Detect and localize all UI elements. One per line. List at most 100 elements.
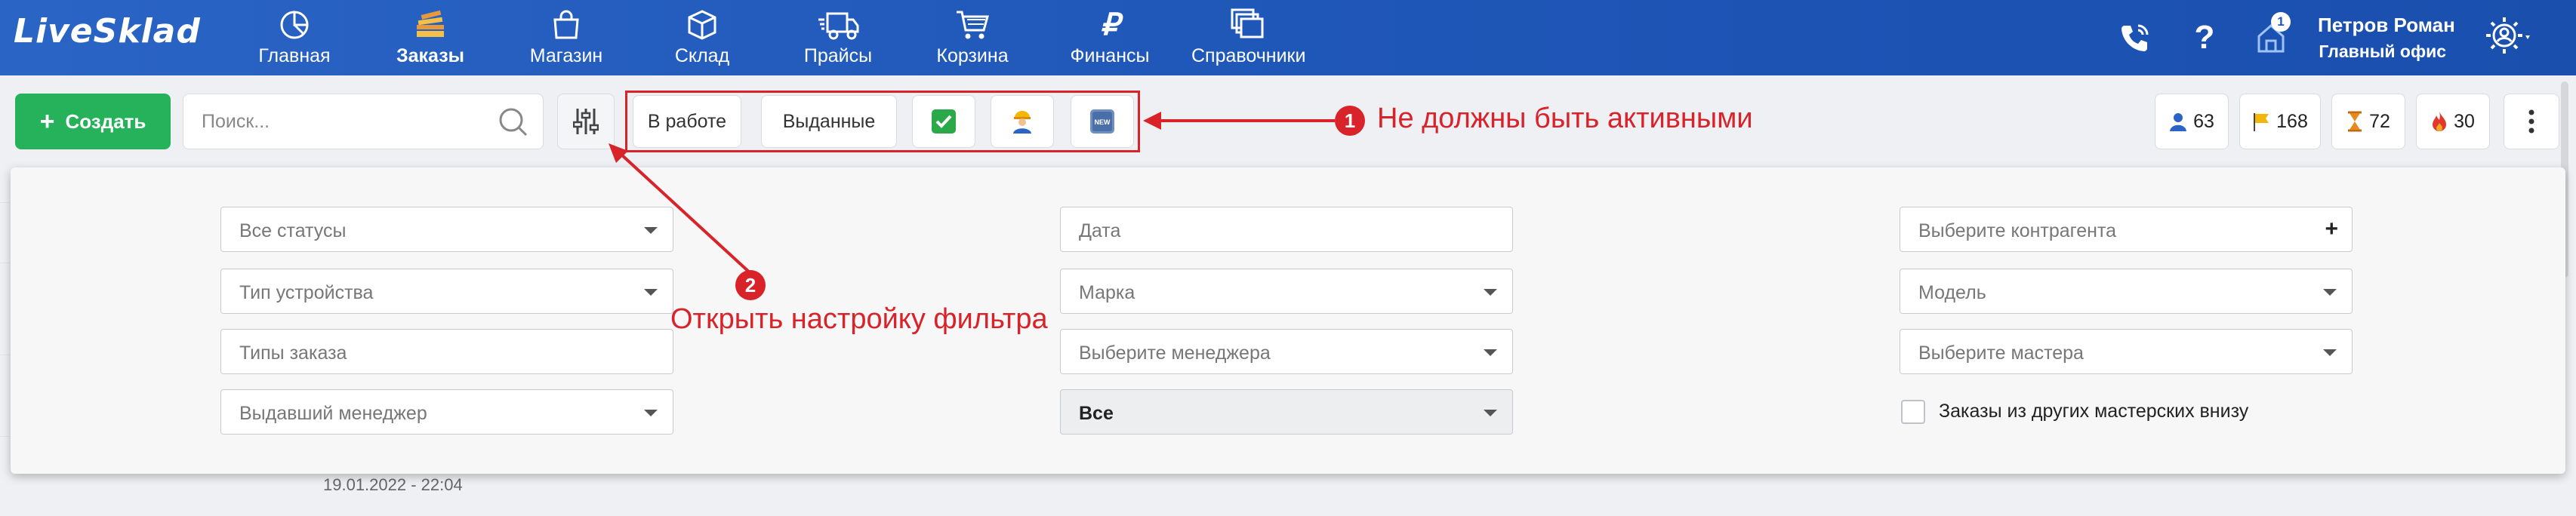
phone-button[interactable] <box>2114 17 2156 59</box>
chip-done[interactable] <box>912 95 975 148</box>
branch-home-button[interactable]: 1 <box>2250 12 2292 59</box>
counter-flags-value: 168 <box>2276 110 2308 132</box>
counter-clients-value: 63 <box>2193 110 2214 132</box>
nav-directories[interactable]: Справочники <box>1191 8 1305 71</box>
scope-select[interactable]: Все <box>1060 389 1513 435</box>
order-types-placeholder: Типы заказа <box>239 342 347 364</box>
chevron-down-icon <box>1484 289 1497 296</box>
checkmark-icon <box>932 109 956 134</box>
counter-flags[interactable]: 168 <box>2239 94 2321 149</box>
ruble-icon: ₽ <box>1100 8 1120 41</box>
brand-select[interactable]: Марка <box>1060 269 1513 314</box>
filter-settings-button[interactable] <box>557 94 615 149</box>
nav-shop[interactable]: Магазин <box>521 8 612 71</box>
cart-icon <box>957 11 989 39</box>
add-icon[interactable]: + <box>2325 217 2338 242</box>
master-select-value: Выберите мастера <box>1918 342 2084 364</box>
user-office: Главный офис <box>2319 41 2446 61</box>
chip-new[interactable]: NEW <box>1071 95 1134 148</box>
chip-issued[interactable]: Выданные <box>761 95 897 148</box>
model-select-value: Модель <box>1918 282 1986 303</box>
nav-warehouse[interactable]: Склад <box>657 8 747 71</box>
chip-in-work-label: В работе <box>647 110 727 132</box>
chevron-down-icon <box>644 289 658 296</box>
other-workshops-checkbox[interactable] <box>1901 400 1925 424</box>
user-info[interactable]: Петров Роман Главный офис <box>2318 14 2455 62</box>
user-name: Петров Роман <box>2318 14 2455 36</box>
counter-pending[interactable]: 72 <box>2331 94 2405 149</box>
annotation-text-1: Не должны быть активными <box>1377 103 1753 134</box>
annotation-text-2: Открыть настройку фильтра <box>670 303 1048 335</box>
create-button-label: Создать <box>65 109 146 133</box>
date-input[interactable]: Дата <box>1060 207 1513 252</box>
fire-icon <box>2433 112 2447 131</box>
nav-orders[interactable]: Заказы <box>385 8 476 71</box>
nav-finance[interactable]: ₽ Финансы <box>1065 8 1155 71</box>
nav-home-label: Главная <box>258 45 331 66</box>
device-type-select-value: Тип устройства <box>239 282 374 303</box>
annotation-arrow-2 <box>609 143 753 276</box>
brand-select-value: Марка <box>1079 282 1135 303</box>
counter-clients[interactable]: 63 <box>2155 94 2229 149</box>
background-divider <box>0 202 11 203</box>
order-date: 19.01.2022 - 22:04 <box>323 475 463 494</box>
issuing-manager-select[interactable]: Выдавший менеджер <box>220 389 673 435</box>
counterparty-select-value: Выберите контрагента <box>1918 220 2117 241</box>
other-workshops-label: Заказы из других мастерских внизу <box>1939 401 2249 422</box>
chip-in-work[interactable]: В работе <box>633 95 741 148</box>
nav-prices[interactable]: Прайсы <box>793 8 883 71</box>
sliders-icon <box>573 109 599 134</box>
order-types-input[interactable]: Типы заказа <box>220 329 673 374</box>
chevron-down-icon <box>2323 289 2337 296</box>
nav-orders-label: Заказы <box>396 45 465 66</box>
app-logo[interactable]: LiveSklad <box>14 12 201 51</box>
warehouse-box-icon <box>688 10 716 40</box>
chip-issued-label: Выданные <box>782 110 876 132</box>
counter-urgent[interactable]: 30 <box>2416 94 2490 149</box>
annotation-number-1: 1 <box>1335 106 1365 136</box>
search-icon[interactable] <box>498 106 529 142</box>
model-select[interactable]: Модель <box>1900 269 2353 314</box>
manager-select-value: Выберите менеджера <box>1079 342 1271 364</box>
worker-icon <box>1013 111 1031 134</box>
annotation-arrow-1 <box>1143 112 1335 130</box>
settings-button[interactable] <box>2478 11 2538 63</box>
master-select[interactable]: Выберите мастера <box>1900 329 2353 374</box>
nav-finance-label: Финансы <box>1070 45 1150 66</box>
dashboard-icon <box>280 11 309 39</box>
top-navbar: LiveSklad Главная Заказы Магазин Склад П… <box>0 0 2576 75</box>
manager-select[interactable]: Выберите менеджера <box>1060 329 1513 374</box>
svg-text:NEW: NEW <box>1095 118 1111 126</box>
nav-cart-label: Корзина <box>936 45 1009 66</box>
home-badge: 1 <box>2271 12 2291 32</box>
kebab-menu-icon <box>2528 109 2534 134</box>
question-icon: ? <box>2194 19 2215 56</box>
counterparty-select[interactable]: Выберите контрагента + <box>1900 207 2353 252</box>
chip-worker[interactable] <box>991 95 1054 148</box>
shop-bag-icon <box>553 10 579 39</box>
plus-icon: + <box>39 106 55 136</box>
directories-icon <box>1231 8 1264 38</box>
nav-directories-label: Справочники <box>1191 45 1306 66</box>
create-button[interactable]: + Создать <box>15 94 171 149</box>
status-select-value: Все статусы <box>239 220 347 241</box>
nav-warehouse-label: Склад <box>674 45 730 66</box>
issuing-manager-select-value: Выдавший менеджер <box>239 403 427 424</box>
nav-home[interactable]: Главная <box>249 8 340 71</box>
chevron-down-icon <box>1484 349 1497 356</box>
more-menu-button[interactable] <box>2504 94 2559 149</box>
person-icon <box>2170 113 2187 131</box>
counter-urgent-value: 30 <box>2454 110 2475 132</box>
search-input[interactable]: Поиск... <box>183 94 544 149</box>
nav-prices-label: Прайсы <box>803 45 873 66</box>
nav-shop-label: Магазин <box>529 45 603 66</box>
chevron-down-icon <box>644 410 658 416</box>
scope-select-value: Все <box>1079 403 1114 424</box>
truck-icon <box>818 12 859 40</box>
new-badge-icon: NEW <box>1090 109 1114 134</box>
background-divider <box>0 436 11 437</box>
counter-pending-value: 72 <box>2369 110 2390 132</box>
phone-icon <box>2122 24 2149 51</box>
nav-cart[interactable]: Корзина <box>927 8 1018 71</box>
help-button[interactable]: ? <box>2183 17 2226 59</box>
